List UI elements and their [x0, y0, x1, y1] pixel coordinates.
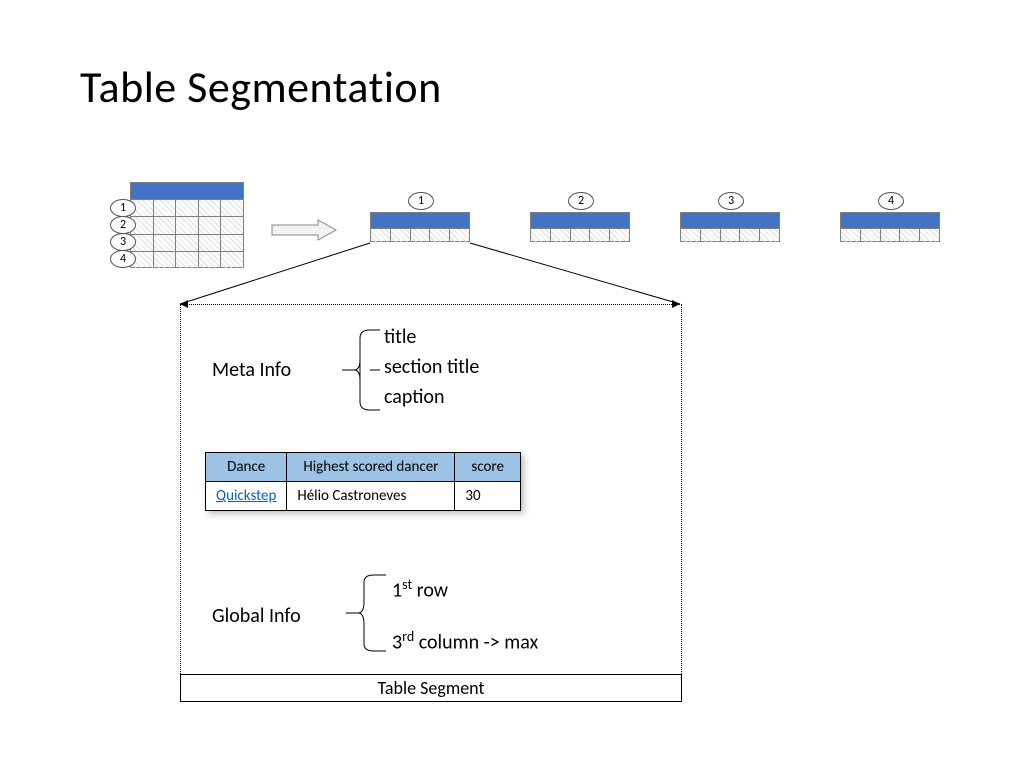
meta-item: title [384, 322, 479, 352]
detail-caption: Table Segment [180, 674, 682, 702]
meta-info-label: Meta Info [212, 358, 291, 382]
global-item: 1st row [392, 572, 538, 604]
example-table: Dance Highest scored dancer score Quicks… [205, 452, 521, 511]
table-header: score [455, 453, 521, 482]
page-title: Table Segmentation [80, 60, 442, 114]
segment-badge: 4 [878, 192, 904, 210]
dance-link[interactable]: Quickstep [216, 487, 276, 505]
row-badge: 4 [110, 250, 136, 268]
brace-icon [340, 324, 382, 416]
table-cell: 30 [455, 482, 521, 511]
slide: Table Segmentation 1 2 3 4 1 2 3 4 [0, 0, 1024, 768]
table-header: Dance [206, 453, 287, 482]
row-badge: 1 [110, 199, 136, 217]
global-info-label: Global Info [212, 604, 301, 628]
source-table [130, 182, 244, 268]
segment-badge: 2 [568, 192, 594, 210]
row-badge: 3 [110, 233, 136, 251]
table-cell: Hélio Castroneves [287, 482, 455, 511]
segment-badge: 3 [718, 192, 744, 210]
segment-table [530, 212, 630, 242]
segment-table [370, 212, 470, 242]
meta-item: section title [384, 352, 479, 382]
global-item: 3rd column -> max [392, 624, 538, 656]
meta-item: caption [384, 382, 479, 412]
segment-table [680, 212, 780, 242]
row-badge: 2 [110, 216, 136, 234]
meta-info-items: title section title caption [384, 322, 479, 412]
table-row: Quickstep Hélio Castroneves 30 [206, 482, 521, 511]
segment-badge: 1 [408, 192, 434, 210]
segment-table [840, 212, 940, 242]
arrow-icon [270, 218, 340, 242]
global-info-items: 1st row 3rd column -> max [392, 572, 538, 655]
brace-icon [344, 570, 388, 656]
table-header: Highest scored dancer [287, 453, 455, 482]
